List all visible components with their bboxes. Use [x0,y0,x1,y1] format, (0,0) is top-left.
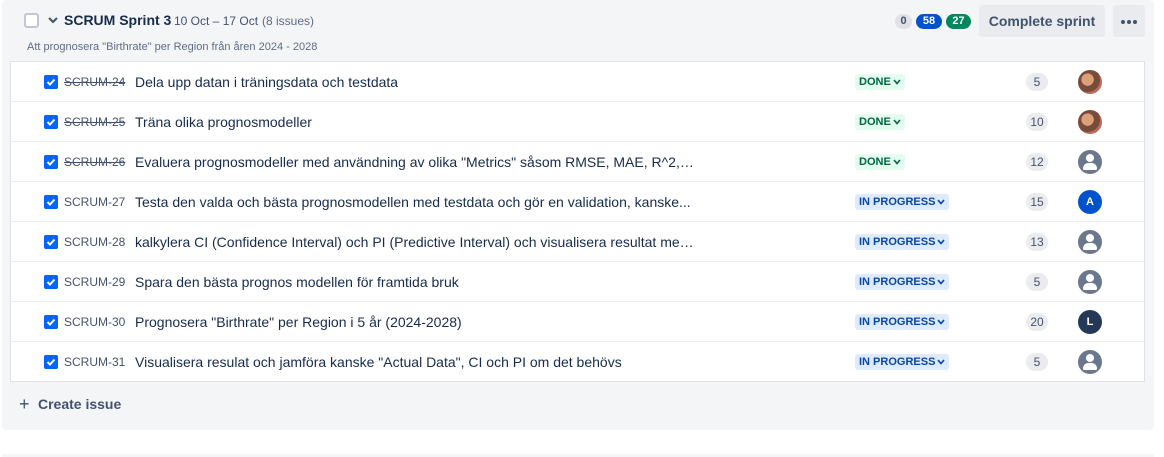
in-progress-points-badge: 58 [916,14,942,29]
story-points-badge: 15 [1026,193,1048,211]
chevron-down-icon [937,234,946,250]
issue-key[interactable]: SCRUM-27 [64,195,125,209]
story-points-badge: 20 [1026,313,1048,331]
unassigned-avatar-icon[interactable] [1078,150,1102,174]
issue-key[interactable]: SCRUM-24 [64,75,125,89]
status-label: DONE [859,116,891,128]
avatar[interactable]: L [1078,310,1102,334]
story-points-badge: 5 [1026,273,1048,291]
status-label: IN PROGRESS [859,236,936,248]
unassigned-avatar-icon[interactable] [1078,230,1102,254]
chevron-down-icon [937,194,946,210]
sprint-name: SCRUM Sprint 3 [64,12,172,28]
issue-key[interactable]: SCRUM-26 [64,155,125,169]
sprint-dates: 10 Oct – 17 Oct [174,14,259,28]
issue-key[interactable]: SCRUM-31 [64,355,125,369]
sprint-header: SCRUM Sprint 3 10 Oct – 17 Oct (8 issues… [2,0,1154,42]
chevron-down-icon [937,354,946,370]
issue-summary[interactable]: kalkylera CI (Confidence Interval) och P… [135,234,695,250]
chevron-down-icon [893,114,901,130]
chevron-down-icon [937,274,946,290]
checkbox-icon[interactable] [44,195,58,209]
issue-row[interactable]: SCRUM-29 Spara den bästa prognos modellen… [11,262,1144,302]
chevron-down-icon [893,74,901,90]
issue-summary[interactable]: Evaluera prognosmodeller med användning … [135,154,695,170]
issue-summary[interactable]: Dela upp datan i träningsdata och testda… [135,74,398,90]
issue-summary[interactable]: Prognosera "Birthrate" per Region i 5 år… [135,314,462,330]
status-dropdown[interactable]: IN PROGRESS [855,314,950,330]
issue-summary[interactable]: Spara den bästa prognos modellen för fra… [135,274,459,290]
checkbox-icon[interactable] [44,75,58,89]
status-label: DONE [859,76,891,88]
issue-row[interactable]: SCRUM-28 kalkylera CI (Confidence Interva… [11,222,1144,262]
sprint-select-checkbox[interactable] [24,13,39,28]
more-actions-button[interactable] [1113,5,1145,37]
checkbox-icon[interactable] [44,115,58,129]
create-issue-label: Create issue [38,396,122,412]
status-dropdown[interactable]: IN PROGRESS [855,274,950,290]
status-label: IN PROGRESS [859,316,936,328]
todo-points-badge: 0 [895,14,912,29]
avatar[interactable] [1078,70,1102,94]
issue-summary[interactable]: Testa den valda och bästa prognosmodelle… [135,194,691,210]
sprint-issue-count: (8 issues) [262,14,315,28]
status-dropdown[interactable]: DONE [855,154,905,170]
status-label: IN PROGRESS [859,356,936,368]
chevron-down-icon [937,314,946,330]
unassigned-avatar-icon[interactable] [1078,350,1102,374]
issue-summary[interactable]: Visualisera resulat och jamföra kanske "… [135,354,622,370]
status-dropdown[interactable]: IN PROGRESS [855,354,950,370]
status-dropdown[interactable]: IN PROGRESS [855,234,950,250]
story-points-badge: 12 [1026,153,1048,171]
checkbox-icon[interactable] [44,235,58,249]
sprint-panel: SCRUM Sprint 3 10 Oct – 17 Oct (8 issues… [2,0,1154,430]
issue-row[interactable]: SCRUM-30 Prognosera "Birthrate" per Regio… [11,302,1144,342]
done-points-badge: 27 [946,14,971,29]
issue-row[interactable]: SCRUM-27 Testa den valda och bästa progno… [11,182,1144,222]
issue-row[interactable]: SCRUM-25 Träna olika prognosmodeller DONE 1… [11,102,1144,142]
issue-key[interactable]: SCRUM-29 [64,275,125,289]
checkbox-icon[interactable] [44,155,58,169]
story-points-badge: 13 [1026,233,1048,251]
status-dropdown[interactable]: DONE [855,74,905,90]
status-label: IN PROGRESS [859,196,936,208]
story-points-badge: 10 [1026,113,1048,131]
issue-summary[interactable]: Träna olika prognosmodeller [135,114,312,130]
complete-sprint-button[interactable]: Complete sprint [979,5,1105,37]
checkbox-icon[interactable] [44,315,58,329]
story-points-badge: 5 [1026,73,1048,91]
story-points-badge: 5 [1026,353,1048,371]
status-dropdown[interactable]: IN PROGRESS [855,194,950,210]
chevron-down-icon [893,154,901,170]
issue-key[interactable]: SCRUM-25 [64,115,125,129]
checkbox-icon[interactable] [44,275,58,289]
avatar[interactable]: A [1078,190,1102,214]
issue-row[interactable]: SCRUM-31 Visualisera resulat och jamföra … [11,342,1144,382]
status-label: DONE [859,156,891,168]
issue-row[interactable]: SCRUM-24 Dela upp datan i träningsdata oc… [11,62,1144,102]
status-dropdown[interactable]: DONE [855,114,905,130]
avatar[interactable] [1078,110,1102,134]
sprint-goal: Att prognosera "Birthrate" per Region fr… [27,41,318,53]
issue-list: SCRUM-24 Dela upp datan i träningsdata oc… [10,61,1145,382]
plus-icon: + [19,394,30,414]
chevron-down-icon[interactable] [46,12,60,28]
issue-key[interactable]: SCRUM-30 [64,315,125,329]
issue-key[interactable]: SCRUM-28 [64,235,125,249]
status-label: IN PROGRESS [859,276,936,288]
checkbox-icon[interactable] [44,355,58,369]
unassigned-avatar-icon[interactable] [1078,270,1102,294]
issue-row[interactable]: SCRUM-26 Evaluera prognosmodeller med anv… [11,142,1144,182]
